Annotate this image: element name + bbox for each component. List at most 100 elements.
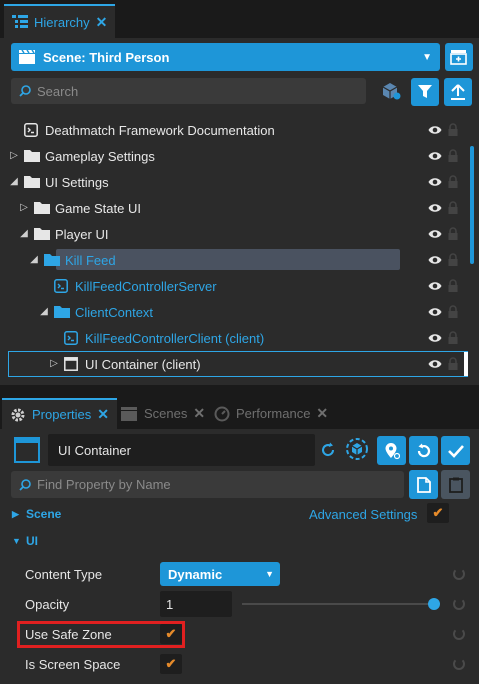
expand-arrow-icon[interactable]: ▷ <box>8 150 20 161</box>
expand-arrow-icon[interactable]: ▷ <box>18 202 30 213</box>
container-icon <box>64 357 78 374</box>
opacity-slider-thumb[interactable] <box>428 598 440 610</box>
content-type-row: Content Type Dynamic ▼ <box>0 559 479 589</box>
eye-icon[interactable] <box>428 176 442 188</box>
add-scene-button[interactable] <box>445 43 473 71</box>
scene-selector[interactable]: Scene: Third Person ▼ <box>11 43 440 71</box>
hierarchy-scrollbar[interactable] <box>470 146 474 264</box>
eye-icon[interactable] <box>428 202 442 214</box>
hierarchy-search[interactable]: Search <box>11 78 366 104</box>
gear-icon <box>11 408 25 421</box>
close-icon[interactable]: ✕ <box>316 405 328 422</box>
copy-properties-button[interactable] <box>409 470 438 499</box>
lock-icon[interactable] <box>448 253 458 266</box>
ui-section-header[interactable]: ▼ UI <box>0 528 479 554</box>
chevron-down-icon: ▼ <box>265 569 274 579</box>
filter-button[interactable] <box>411 78 439 106</box>
tab-performance[interactable]: Performance ✕ <box>206 398 336 429</box>
eye-icon[interactable] <box>428 150 442 162</box>
tree-item-label: ClientContext <box>75 305 154 320</box>
tab-properties[interactable]: Properties ✕ <box>2 398 117 429</box>
refresh-icon[interactable] <box>320 442 336 458</box>
advanced-settings-checkbox[interactable]: ✔ <box>427 503 449 523</box>
object-name-field[interactable]: UI Container <box>48 434 315 466</box>
container-icon <box>14 437 40 463</box>
clapperboard-icon <box>19 50 35 64</box>
eye-icon[interactable] <box>428 280 442 292</box>
folder-icon <box>54 305 70 321</box>
tree-item-label: KillFeedControllerClient (client) <box>85 331 265 346</box>
tree-item[interactable]: ▷ Gameplay Settings <box>0 143 468 169</box>
collapse-up-button[interactable] <box>444 78 472 106</box>
eye-icon[interactable] <box>428 254 442 266</box>
lock-icon[interactable] <box>448 331 458 344</box>
lock-icon[interactable] <box>448 227 458 240</box>
lock-icon[interactable] <box>448 201 458 214</box>
tree-item[interactable]: Deathmatch Framework Documentation <box>0 117 468 143</box>
collapse-arrow-icon[interactable]: ◢ <box>18 228 30 239</box>
paste-properties-button[interactable] <box>441 470 470 499</box>
collapse-arrow-icon[interactable]: ◢ <box>38 306 50 317</box>
script-icon <box>64 331 78 348</box>
eye-icon[interactable] <box>428 306 442 318</box>
object-filter-icon[interactable] <box>381 81 401 101</box>
apply-button[interactable] <box>441 436 470 465</box>
collapse-arrow-icon[interactable]: ◢ <box>28 254 40 265</box>
tree-item[interactable]: KillFeedControllerClient (client) <box>0 325 468 351</box>
revert-button[interactable] <box>409 436 438 465</box>
reset-icon[interactable] <box>453 658 465 670</box>
tree-item[interactable]: ◢ Player UI <box>0 221 468 247</box>
hierarchy-icon <box>12 15 28 28</box>
tree-item[interactable]: ▷ UI Container (client) <box>0 351 468 377</box>
scene-section-header[interactable]: ▶ Scene Advanced Settings <box>0 501 479 527</box>
reset-icon[interactable] <box>453 598 465 610</box>
tree-item-label: Kill Feed <box>65 253 116 268</box>
content-type-dropdown[interactable]: Dynamic ▼ <box>160 562 280 586</box>
use-safe-zone-label: Use Safe Zone <box>25 626 112 642</box>
tree-item[interactable]: ▷ Game State UI <box>0 195 468 221</box>
eye-icon[interactable] <box>428 332 442 344</box>
tab-hierarchy[interactable]: Hierarchy ✕ <box>4 4 116 38</box>
opacity-value: 1 <box>166 596 174 612</box>
close-icon[interactable]: ✕ <box>97 406 109 423</box>
reset-icon[interactable] <box>453 568 465 580</box>
opacity-label: Opacity <box>25 596 70 612</box>
reset-icon[interactable] <box>453 628 465 640</box>
eye-icon[interactable] <box>428 228 442 240</box>
locate-button[interactable] <box>377 436 406 465</box>
is-screen-space-checkbox[interactable]: ✔ <box>160 654 182 674</box>
eye-icon[interactable] <box>428 358 442 370</box>
collapse-arrow-icon[interactable]: ◢ <box>8 176 20 187</box>
tab-hierarchy-label: Hierarchy <box>34 14 90 30</box>
use-safe-zone-checkbox[interactable]: ✔ <box>160 624 182 644</box>
lock-icon[interactable] <box>448 279 458 292</box>
network-context-icon[interactable] <box>345 437 369 461</box>
editor-root: Hierarchy ✕ Scene: Third Person ▼ Search… <box>0 0 479 684</box>
opacity-slider-track[interactable] <box>242 603 434 605</box>
opacity-row: Opacity 1 <box>0 589 479 619</box>
tree-item[interactable]: ◢ UI Settings <box>0 169 468 195</box>
close-icon[interactable]: ✕ <box>96 14 108 31</box>
eye-icon[interactable] <box>428 124 442 136</box>
tree-item-label: Player UI <box>55 227 109 242</box>
expand-arrow-icon[interactable]: ▷ <box>48 358 60 369</box>
lock-icon[interactable] <box>448 357 458 370</box>
is-screen-space-row: Is Screen Space ✔ <box>0 649 479 679</box>
is-screen-space-label: Is Screen Space <box>25 656 121 672</box>
folder-icon <box>44 253 60 269</box>
lock-icon[interactable] <box>448 175 458 188</box>
tree-item[interactable]: KillFeedControllerServer <box>0 273 468 299</box>
lock-icon[interactable] <box>448 305 458 318</box>
chevron-down-icon: ▼ <box>12 536 21 546</box>
close-icon[interactable]: ✕ <box>193 405 205 422</box>
find-property-search[interactable]: Find Property by Name <box>11 471 404 498</box>
opacity-input[interactable]: 1 <box>160 591 232 617</box>
tree-item[interactable]: ◢ ClientContext <box>0 299 468 325</box>
lock-icon[interactable] <box>448 149 458 162</box>
tree-item[interactable]: ◢ Kill Feed <box>0 247 468 273</box>
search-icon <box>19 478 31 491</box>
search-icon <box>19 85 31 97</box>
lock-icon[interactable] <box>448 123 458 136</box>
tab-scenes[interactable]: Scenes ✕ <box>112 398 213 429</box>
hierarchy-panel: Scene: Third Person ▼ Search Deathmatch … <box>0 38 479 390</box>
